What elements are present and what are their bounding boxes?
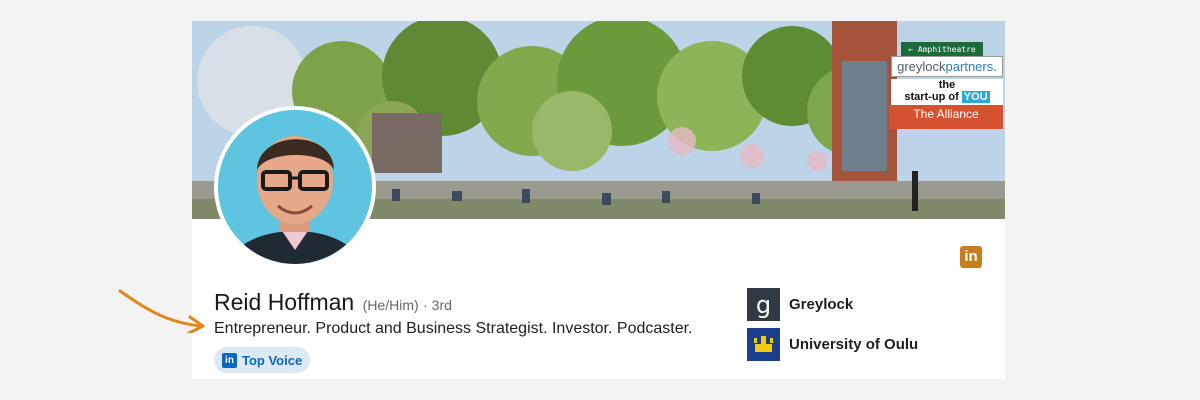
profile-pronouns: (He/Him) (362, 297, 419, 313)
profile-headline: Entrepreneur. Product and Business Strat… (214, 320, 693, 337)
profile-name[interactable]: Reid Hoffman (214, 289, 354, 315)
avatar-portrait (218, 110, 372, 264)
greylock-partners-sign: greylockpartners. (891, 56, 1003, 77)
annotation-arrow-icon (118, 289, 205, 333)
startup-line1: the (938, 79, 956, 91)
connection-degree: · 3rd (423, 297, 452, 313)
org-greylock[interactable]: g Greylock (747, 288, 853, 321)
startup-you: YOU (961, 91, 990, 103)
startup-line2: start-up of (904, 91, 959, 103)
linkedin-mini-icon: in (222, 352, 237, 368)
greylock-accent-text: partners. (945, 59, 997, 74)
org-oulu-name: University of Oulu (789, 336, 919, 353)
greylock-logo-icon: g (747, 288, 780, 321)
banner-brand-stack: ← Amphitheatre Pkwy → greylockpartners. … (889, 27, 1003, 217)
profile-avatar[interactable] (214, 106, 376, 268)
org-greylock-name: Greylock (789, 296, 854, 313)
alliance-sign: The Alliance (889, 105, 1003, 129)
linkedin-icon[interactable]: in (960, 246, 982, 268)
street-sign: ← Amphitheatre Pkwy → (901, 42, 983, 69)
top-voice-badge[interactable]: in Top Voice (214, 347, 311, 373)
top-voice-label: Top Voice (242, 352, 303, 368)
startup-of-you-sign: the start-up of YOU (891, 79, 1003, 105)
org-university-of-oulu[interactable]: University of Oulu (747, 328, 918, 361)
university-of-oulu-logo-icon (747, 328, 780, 361)
profile-name-row: Reid Hoffman (He/Him) · 3rd (214, 289, 452, 316)
greylock-text: greylock (897, 59, 946, 74)
